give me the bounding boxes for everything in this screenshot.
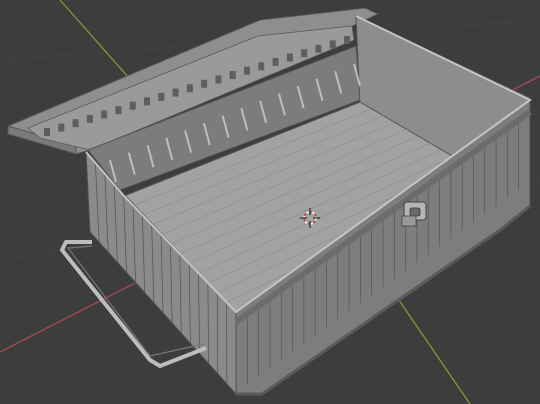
lid-slot (301, 49, 308, 58)
lid-slot (244, 66, 250, 75)
lid-slot (329, 40, 336, 49)
lid-slot (229, 71, 236, 80)
lid-slot (201, 79, 208, 88)
y-axis-line (391, 289, 471, 404)
lid-slot (286, 53, 293, 62)
lid-slot (86, 114, 93, 123)
left-plank-line (216, 291, 219, 374)
lid-slot (344, 36, 350, 44)
lid-slot (44, 128, 50, 136)
lid-slot (115, 106, 122, 115)
lid-slot (101, 110, 108, 119)
3d-viewport[interactable] (0, 0, 540, 404)
lid-slot (258, 62, 265, 71)
lid-slot (144, 97, 150, 106)
clasp-loop (409, 207, 421, 217)
lid-slot (186, 84, 193, 93)
lid-slot (272, 57, 279, 66)
lid-slot (158, 92, 165, 101)
lid-slot (315, 44, 322, 53)
lid-slot (129, 101, 136, 110)
lid-slot (172, 88, 179, 97)
viewport-scene[interactable] (0, 0, 540, 404)
clasp-base (401, 215, 417, 227)
lid-slot (215, 75, 222, 84)
lid-slot (58, 123, 65, 132)
lid-slot (72, 119, 79, 128)
